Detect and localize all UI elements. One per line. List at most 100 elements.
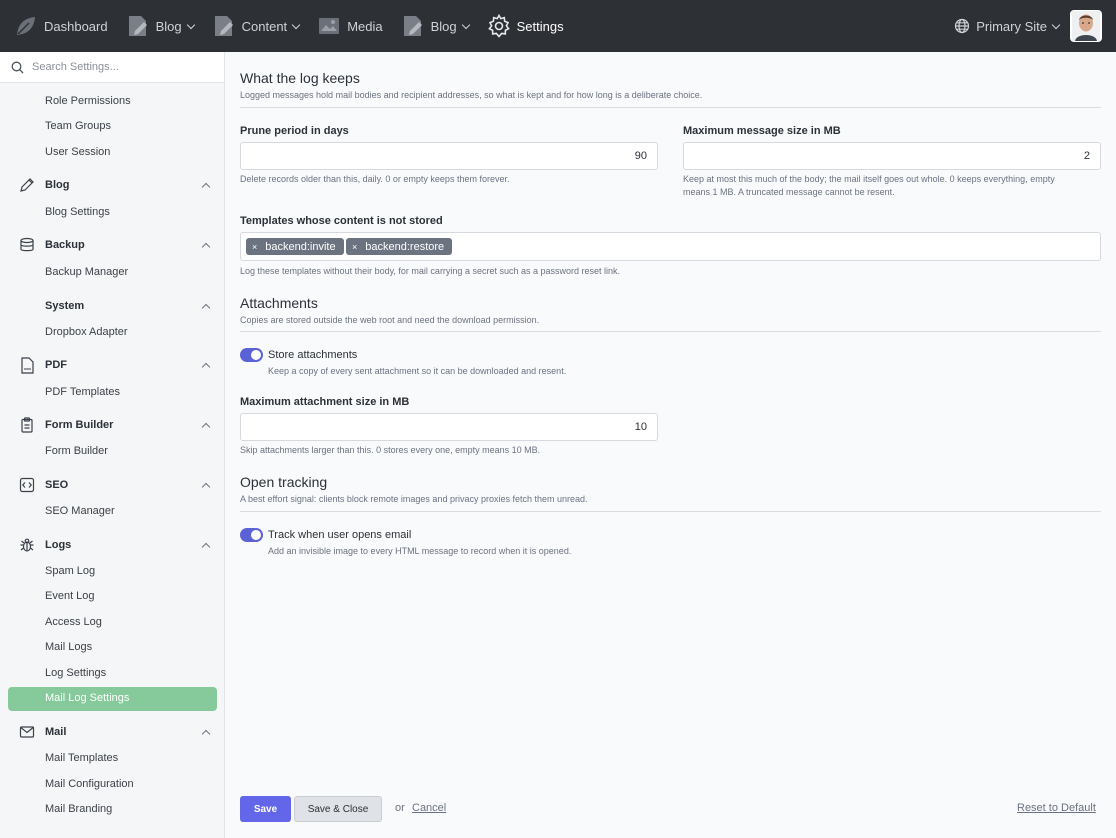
search-input[interactable] <box>32 61 212 73</box>
chevron-up-icon <box>201 729 211 738</box>
max-message-size-input[interactable] <box>683 142 1101 170</box>
sidebar-group-label: Blog <box>45 179 70 191</box>
chevron-up-icon <box>201 482 211 491</box>
sidebar-item-user-session[interactable]: User Session <box>45 146 110 158</box>
site-selector-label: Primary Site <box>976 18 1047 34</box>
sidebar-item-mail-templates[interactable]: Mail Templates <box>45 752 118 764</box>
image-icon <box>317 14 341 38</box>
section-divider <box>240 511 1101 512</box>
nav-right: Primary Site <box>954 10 1116 42</box>
sidebar-item-mail-log-settings[interactable]: Mail Log Settings <box>45 692 129 704</box>
tag-label: backend:invite <box>265 240 336 253</box>
sidebar-group-label: Mail <box>45 726 67 738</box>
document-edit-icon <box>212 14 236 38</box>
sidebar-item-event-log[interactable]: Event Log <box>45 590 95 602</box>
nav-media[interactable]: Media <box>308 0 391 52</box>
templates-not-stored-help: Log these templates without their body, … <box>240 266 621 276</box>
chevron-up-icon <box>201 182 211 191</box>
tag-label: backend:restore <box>365 240 445 253</box>
site-selector[interactable]: Primary Site <box>954 18 1061 34</box>
chevron-up-icon <box>201 303 211 312</box>
prune-period-help: Delete records older than this, daily. 0… <box>240 174 510 184</box>
envelope-icon <box>18 723 36 741</box>
sidebar-item-backup-manager[interactable]: Backup Manager <box>45 266 128 278</box>
sidebar-item-access-log[interactable]: Access Log <box>45 616 102 628</box>
store-attachments-desc: Keep a copy of every sent attachment so … <box>268 366 567 376</box>
chevron-up-icon <box>201 542 211 551</box>
database-icon <box>18 236 36 254</box>
gear-icon <box>487 14 511 38</box>
chevron-down-icon <box>461 20 470 29</box>
tag-backend-restore: × backend:restore <box>346 238 453 255</box>
cancel-link[interactable]: Cancel <box>412 802 446 814</box>
max-message-size-label: Maximum message size in MB <box>683 125 841 137</box>
document-edit-icon <box>126 14 150 38</box>
bug-icon <box>18 536 36 554</box>
sidebar-group-system[interactable]: System <box>18 297 214 315</box>
templates-tag-input[interactable]: × backend:invite × backend:restore <box>240 232 1101 261</box>
sidebar-item-pdf-templates[interactable]: PDF Templates <box>45 386 120 398</box>
reset-to-default-link[interactable]: Reset to Default <box>1017 802 1096 814</box>
sidebar-item-log-settings[interactable]: Log Settings <box>45 667 106 679</box>
section-desc-open-tracking: A best effort signal: clients block remo… <box>240 494 588 504</box>
nav-dashboard-label: Dashboard <box>44 18 108 34</box>
sidebar-group-seo[interactable]: SEO <box>18 476 214 494</box>
section-desc-attachments: Copies are stored outside the web root a… <box>240 315 540 325</box>
nav-content[interactable]: Content <box>203 0 309 52</box>
sidebar-group-mail[interactable]: Mail <box>18 723 214 741</box>
nav-settings[interactable]: Settings <box>478 0 573 52</box>
nav-blog-2[interactable]: Blog <box>392 0 478 52</box>
sidebar-group-form-builder[interactable]: Form Builder <box>18 416 214 434</box>
nav-blog[interactable]: Blog <box>117 0 203 52</box>
avatar[interactable] <box>1070 10 1102 42</box>
chevron-up-icon <box>201 422 211 431</box>
track-opens-label: Track when user opens email <box>268 529 412 541</box>
sidebar-item-team-groups[interactable]: Team Groups <box>45 120 111 132</box>
save-button[interactable]: Save <box>240 796 291 822</box>
nav-dashboard[interactable]: Dashboard <box>0 0 117 52</box>
tag-backend-invite: × backend:invite <box>246 238 344 255</box>
nav-media-label: Media <box>347 18 383 34</box>
section-desc-log-keeps: Logged messages hold mail bodies and rec… <box>240 90 703 100</box>
nav-blog-label: Blog <box>155 18 182 34</box>
sidebar-item-blog-settings[interactable]: Blog Settings <box>45 206 110 218</box>
sidebar-item-spam-log[interactable]: Spam Log <box>45 565 95 577</box>
sidebar-item-mail-configuration[interactable]: Mail Configuration <box>45 778 134 790</box>
section-title-attachments: Attachments <box>240 295 318 311</box>
chevron-up-icon <box>201 362 211 371</box>
nav-blog-2-label: Blog <box>430 18 457 34</box>
max-message-size-help-1: Keep at most this much of the body; the … <box>683 174 1055 184</box>
sidebar-group-pdf[interactable]: PDF <box>18 356 214 374</box>
sidebar-item-mail-branding[interactable]: Mail Branding <box>45 803 112 815</box>
tag-remove-icon[interactable]: × <box>352 242 357 252</box>
save-close-button[interactable]: Save & Close <box>294 796 382 822</box>
sidebar-item-dropbox-adapter[interactable]: Dropbox Adapter <box>45 326 128 338</box>
section-divider <box>240 107 1101 108</box>
store-attachments-label: Store attachments <box>268 349 358 361</box>
sidebar-item-seo-manager[interactable]: SEO Manager <box>45 505 115 517</box>
track-opens-row: Track when user opens email Add an invis… <box>240 528 840 560</box>
globe-icon <box>954 18 970 34</box>
store-attachments-toggle[interactable] <box>240 348 263 362</box>
max-attachment-size-input[interactable] <box>240 413 658 441</box>
clipboard-icon <box>18 416 36 434</box>
code-icon <box>18 476 36 494</box>
section-divider <box>240 331 1101 332</box>
sidebar-item-role-permissions[interactable]: Role Permissions <box>45 95 131 107</box>
sidebar-group-blog[interactable]: Blog <box>18 176 214 194</box>
max-attachment-size-help: Skip attachments larger than this. 0 sto… <box>240 445 541 455</box>
sidebar-item-form-builder[interactable]: Form Builder <box>45 445 108 457</box>
tag-remove-icon[interactable]: × <box>252 242 257 252</box>
sidebar-item-mail-logs[interactable]: Mail Logs <box>45 641 92 653</box>
sidebar-group-label: PDF <box>45 359 67 371</box>
document-edit-icon <box>401 14 425 38</box>
sidebar-group-logs[interactable]: Logs <box>18 536 214 554</box>
sidebar-group-backup[interactable]: Backup <box>18 236 214 254</box>
sidebar-group-label: SEO <box>45 479 69 491</box>
prune-period-input[interactable] <box>240 142 658 170</box>
sidebar-group-label: Backup <box>45 239 85 251</box>
search-icon <box>11 61 24 73</box>
pencil-icon <box>18 176 36 194</box>
track-opens-toggle[interactable] <box>240 528 263 542</box>
max-attachment-size-label: Maximum attachment size in MB <box>240 396 410 408</box>
